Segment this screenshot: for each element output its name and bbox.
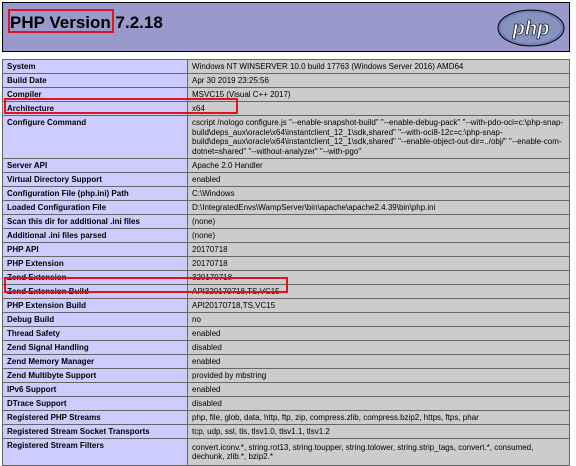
- row-key: Zend Extension Build: [2, 284, 188, 299]
- row-key: DTrace Support: [2, 396, 188, 411]
- table-row-additional-ini-files-parsed: Additional .ini files parsed (none): [2, 228, 570, 243]
- row-key: Additional .ini files parsed: [2, 228, 188, 243]
- row-key: Zend Memory Manager: [2, 354, 188, 369]
- table-row-registered-php-streams: Registered PHP Streams php, file, glob, d…: [2, 410, 570, 425]
- row-key: Zend Extension: [2, 270, 188, 285]
- table-row-loaded-configuration-file: Loaded Configuration File D:\IntegratedEn…: [2, 200, 570, 215]
- title-highlight-box: [8, 9, 114, 33]
- row-value: (none): [187, 214, 570, 229]
- table-row-php-api: PHP API 20170718: [2, 242, 570, 257]
- row-key: System: [2, 59, 188, 74]
- row-value: no: [187, 312, 570, 327]
- row-key: Thread Safety: [2, 326, 188, 341]
- php-logo-icon: php: [497, 9, 565, 47]
- row-key: PHP Extension: [2, 256, 188, 271]
- table-row-system: System Windows NT WINSERVER 10.0 build 17…: [2, 59, 570, 74]
- row-key: Architecture: [2, 101, 188, 116]
- table-row-configure-command: Configure Command cscript /nologo configu…: [2, 115, 570, 159]
- table-row-build-date: Build Date Apr 30 2019 23:25:56: [2, 73, 570, 88]
- table-row-compiler: Compiler MSVC15 (Visual C++ 2017): [2, 87, 570, 102]
- row-key: Loaded Configuration File: [2, 200, 188, 215]
- row-value: Windows NT WINSERVER 10.0 build 17763 (W…: [187, 59, 570, 74]
- table-row-configuration-file-php-ini-path: Configuration File (php.ini) Path C:\Wind…: [2, 186, 570, 201]
- table-row-zend-extension: Zend Extension 320170718: [2, 270, 570, 285]
- row-key: Virtual Directory Support: [2, 172, 188, 187]
- row-value: tcp, udp, ssl, tls, tlsv1.0, tlsv1.1, tl…: [187, 424, 570, 439]
- row-key: Compiler: [2, 87, 188, 102]
- row-key: Configure Command: [2, 115, 188, 159]
- row-value: disabled: [187, 340, 570, 355]
- table-row-dtrace-support: DTrace Support disabled: [2, 396, 570, 411]
- row-key: Scan this dir for additional .ini files: [2, 214, 188, 229]
- table-row-php-extension-build: PHP Extension Build API20170718,TS,VC15: [2, 298, 570, 313]
- row-value: API320170718,TS,VC15: [187, 284, 570, 299]
- row-value: convert.iconv.*, string.rot13, string.to…: [187, 438, 570, 466]
- table-row-zend-extension-build: Zend Extension Build API320170718,TS,VC15: [2, 284, 570, 299]
- row-key: Configuration File (php.ini) Path: [2, 186, 188, 201]
- php-logo-text: php: [512, 18, 550, 40]
- row-key: Server API: [2, 158, 188, 173]
- row-value: Apache 2.0 Handler: [187, 158, 570, 173]
- table-row-zend-memory-manager: Zend Memory Manager enabled: [2, 354, 570, 369]
- table-row-zend-signal-handling: Zend Signal Handling disabled: [2, 340, 570, 355]
- row-value: Apr 30 2019 23:25:56: [187, 73, 570, 88]
- row-value: (none): [187, 228, 570, 243]
- row-value: cscript /nologo configure.js "--enable-s…: [187, 115, 570, 159]
- table-row-registered-stream-socket-transports: Registered Stream Socket Transports tcp, …: [2, 424, 570, 439]
- row-value: C:\Windows: [187, 186, 570, 201]
- row-key: IPv6 Support: [2, 382, 188, 397]
- table-row-thread-safety: Thread Safety enabled: [2, 326, 570, 341]
- row-key: Zend Multibyte Support: [2, 368, 188, 383]
- row-value: disabled: [187, 396, 570, 411]
- table-row-php-extension: PHP Extension 20170718: [2, 256, 570, 271]
- row-value: D:\IntegratedEnvs\WampServer\bin\apache\…: [187, 200, 570, 215]
- row-key: Registered Stream Filters: [2, 438, 188, 466]
- row-value: 20170718: [187, 256, 570, 271]
- row-key: Registered Stream Socket Transports: [2, 424, 188, 439]
- row-value: 20170718: [187, 242, 570, 257]
- table-row-architecture: Architecture x64: [2, 101, 570, 116]
- row-key: PHP Extension Build: [2, 298, 188, 313]
- table-row-ipv6-support: IPv6 Support enabled: [2, 382, 570, 397]
- php-info-table: System Windows NT WINSERVER 10.0 build 17…: [2, 59, 570, 466]
- php-version-header: PHP Version 7.2.18 php: [2, 2, 570, 52]
- row-value: enabled: [187, 382, 570, 397]
- row-key: Registered PHP Streams: [2, 410, 188, 425]
- table-row-scan-this-dir-for-additional-ini-files: Scan this dir for additional .ini files(…: [2, 214, 570, 229]
- row-key: Debug Build: [2, 312, 188, 327]
- table-row-zend-multibyte-support: Zend Multibyte Support provided by mbstri…: [2, 368, 570, 383]
- table-row-debug-build: Debug Build no: [2, 312, 570, 327]
- table-row-virtual-directory-support: Virtual Directory Support enabled: [2, 172, 570, 187]
- row-value: enabled: [187, 354, 570, 369]
- row-value: MSVC15 (Visual C++ 2017): [187, 87, 570, 102]
- row-key: Zend Signal Handling: [2, 340, 188, 355]
- row-value: enabled: [187, 172, 570, 187]
- row-key: Build Date: [2, 73, 188, 88]
- row-value: provided by mbstring: [187, 368, 570, 383]
- row-value: php, file, glob, data, http, ftp, zip, c…: [187, 410, 570, 425]
- row-value: x64: [187, 101, 570, 116]
- table-row-registered-stream-filters: Registered Stream Filters convert.iconv.*…: [2, 438, 570, 466]
- row-value: 320170718: [187, 270, 570, 285]
- table-row-server-api: Server API Apache 2.0 Handler: [2, 158, 570, 173]
- row-key: PHP API: [2, 242, 188, 257]
- row-value: enabled: [187, 326, 570, 341]
- row-value: API20170718,TS,VC15: [187, 298, 570, 313]
